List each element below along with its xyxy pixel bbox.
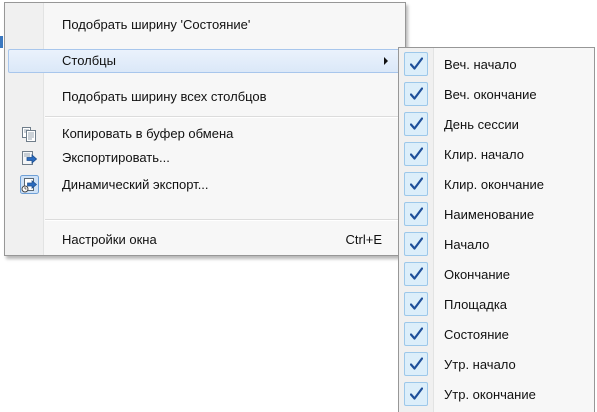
menu-separator <box>45 219 401 221</box>
dynamic-export-icon <box>20 175 39 194</box>
menu-item-label: Подобрать ширину 'Состояние' <box>62 17 251 32</box>
page: Подобрать ширину 'Состояние' Столбцы Под… <box>0 0 597 412</box>
checkmark-icon <box>404 292 428 316</box>
checkmark-icon <box>404 52 428 76</box>
column-toggle-label: Веч. начало <box>444 57 517 72</box>
column-toggle-label: Клир. начало <box>444 147 524 162</box>
column-toggle-label: Наименование <box>444 207 535 222</box>
menu-item-window-settings[interactable]: Настройки окна Ctrl+E <box>8 228 402 252</box>
menu-item-copy-clipboard[interactable]: Копировать в буфер обмена <box>8 122 402 146</box>
column-toggle-item[interactable]: Утр. окончание <box>402 381 592 409</box>
column-toggle-label: Утр. начало <box>444 357 516 372</box>
column-toggle-label: Начало <box>444 237 490 252</box>
column-toggle-label: Клир. окончание <box>444 177 545 192</box>
menu-item-label: Экспортировать... <box>62 150 170 165</box>
column-toggle-item[interactable]: Площадка <box>402 291 592 319</box>
checkmark-icon <box>404 172 428 196</box>
menu-item-export[interactable]: Экспортировать... <box>8 146 402 170</box>
column-toggle-item[interactable]: Веч. окончание <box>402 81 592 109</box>
menu-item-label: Подобрать ширину всех столбцов <box>62 89 267 104</box>
column-toggle-item[interactable]: Состояние <box>402 321 592 349</box>
column-toggle-label: Окончание <box>444 267 511 282</box>
checkmark-icon <box>404 82 428 106</box>
column-toggle-item[interactable]: Начало <box>402 231 592 259</box>
column-toggle-item[interactable]: Утр. начало <box>402 351 592 379</box>
context-menu: Подобрать ширину 'Состояние' Столбцы Под… <box>4 2 406 256</box>
column-toggle-label: Площадка <box>444 297 508 312</box>
column-toggle-item[interactable]: Окончание <box>402 261 592 289</box>
submenu-arrow-icon <box>384 57 388 65</box>
column-toggle-label: Состояние <box>444 327 509 342</box>
menu-item-label: Настройки окна <box>62 232 157 247</box>
menu-item-label: Динамический экспорт... <box>62 177 209 192</box>
column-toggle-item[interactable]: Клир. начало <box>402 141 592 169</box>
menu-item-dynamic-export[interactable]: Динамический экспорт... <box>8 173 402 197</box>
checkmark-icon <box>404 262 428 286</box>
menu-separator <box>45 116 401 118</box>
menu-item-label: Копировать в буфер обмена <box>62 126 234 141</box>
background-window-edge <box>0 36 3 48</box>
checkmark-icon <box>404 352 428 376</box>
menu-item-label: Столбцы <box>62 53 116 68</box>
menu-item-shortcut: Ctrl+E <box>345 232 382 247</box>
column-toggle-label: Веч. окончание <box>444 87 537 102</box>
copy-icon <box>21 126 37 142</box>
checkmark-icon <box>404 322 428 346</box>
export-icon <box>21 150 38 166</box>
column-toggle-item[interactable]: Клир. окончание <box>402 171 592 199</box>
columns-submenu: Веч. начало Веч. окончание День сессии Клир… <box>398 47 595 412</box>
column-toggle-item[interactable]: Наименование <box>402 201 592 229</box>
menu-item-fit-all-columns[interactable]: Подобрать ширину всех столбцов <box>8 85 402 109</box>
checkmark-icon <box>404 202 428 226</box>
checkmark-icon <box>404 112 428 136</box>
menu-item-fit-status-width[interactable]: Подобрать ширину 'Состояние' <box>8 13 402 37</box>
checkmark-icon <box>404 382 428 406</box>
column-toggle-label: День сессии <box>444 117 519 132</box>
menu-item-columns[interactable]: Столбцы <box>8 49 402 73</box>
column-toggle-item[interactable]: День сессии <box>402 111 592 139</box>
checkmark-icon <box>404 142 428 166</box>
column-toggle-label: Утр. окончание <box>444 387 536 402</box>
column-toggle-item[interactable]: Веч. начало <box>402 51 592 79</box>
checkmark-icon <box>404 232 428 256</box>
